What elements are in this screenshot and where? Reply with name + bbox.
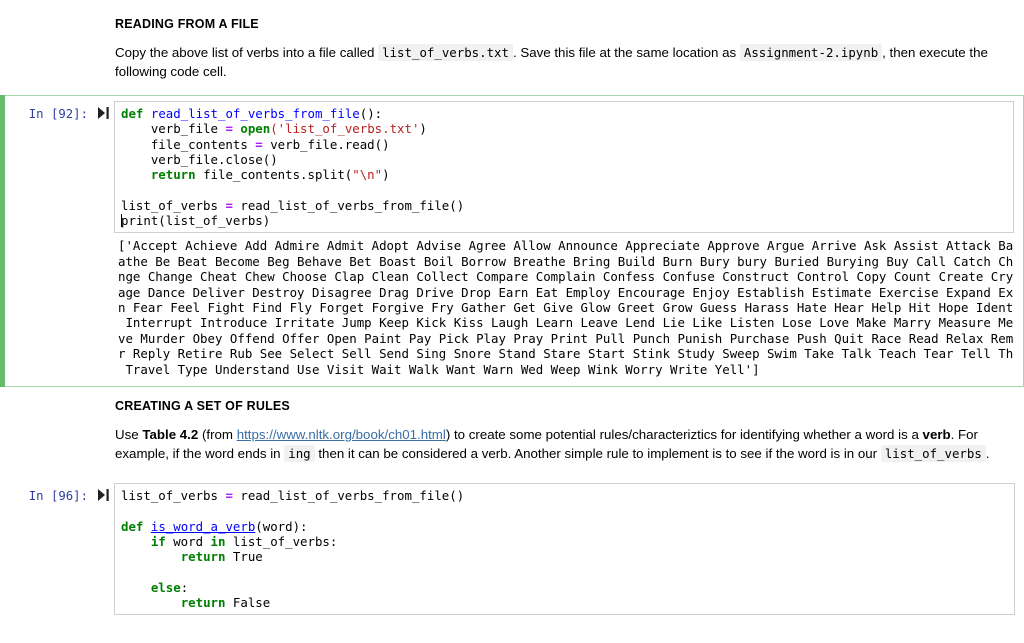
cell-body: def read_list_of_verbs_from_file(): verb… — [114, 101, 1014, 381]
bold-table-4-2: Table 4.2 — [142, 427, 198, 442]
cell-body-2: list_of_verbs = read_list_of_verbs_from_… — [114, 483, 1015, 615]
code-source-1[interactable]: def read_list_of_verbs_from_file(): verb… — [121, 106, 1009, 228]
run-cell-icon[interactable] — [92, 101, 114, 119]
paragraph-reading-from-a-file: Copy the above list of verbs into a file… — [115, 44, 1010, 81]
code-source-2[interactable]: list_of_verbs = read_list_of_verbs_from_… — [121, 488, 1010, 610]
top-spacer — [0, 0, 1024, 16]
run-cell-icon-2[interactable] — [92, 483, 114, 501]
code-input-area-2[interactable]: list_of_verbs = read_list_of_verbs_from_… — [114, 483, 1015, 615]
text-fragment: (from — [198, 427, 236, 442]
jupyter-notebook-page: READING FROM A FILE Copy the above list … — [0, 0, 1024, 643]
cell-prompt-in-96: In [96]: — [0, 483, 92, 503]
heading-gap-2 — [115, 414, 1010, 426]
section-gap-3 — [0, 463, 1024, 478]
text-fragment: then it can be considered a verb. Anothe… — [315, 446, 881, 461]
section-gap-1 — [0, 81, 1024, 95]
code-input-area[interactable]: def read_list_of_verbs_from_file(): verb… — [114, 101, 1014, 233]
heading-gap — [115, 32, 1010, 44]
bold-verb: verb — [923, 427, 951, 442]
cell-output-stdout: ['Accept Achieve Add Admire Admit Adopt … — [114, 233, 1014, 381]
text-fragment: Use — [115, 427, 142, 442]
paragraph-creating-a-set-of-rules: Use Table 4.2 (from https://www.nltk.org… — [115, 426, 1010, 463]
inline-code-assignment-2-ipynb: Assignment-2.ipynb — [740, 44, 882, 61]
heading-creating-a-set-of-rules: CREATING A SET OF RULES — [115, 398, 1010, 414]
cell-prompt-in-92: In [92]: — [0, 101, 92, 121]
section-gap-2 — [0, 387, 1024, 398]
markdown-cell-reading-from-a-file[interactable]: READING FROM A FILE Copy the above list … — [0, 16, 1024, 81]
inline-code-list-of-verbs-txt: list_of_verbs.txt — [378, 44, 513, 61]
code-cell-is-word-a-verb[interactable]: In [96]: list_of_verbs = read_list_of_ve… — [0, 478, 1024, 620]
inline-code-list-of-verbs: list_of_verbs — [881, 445, 986, 462]
markdown-cell-creating-a-set-of-rules[interactable]: CREATING A SET OF RULES Use Table 4.2 (f… — [0, 398, 1024, 463]
inline-code-ing: ing — [284, 445, 314, 462]
text-cursor — [121, 214, 122, 227]
code-cell-read-list-of-verbs[interactable]: In [92]: def read_list_of_verbs_from_fil… — [0, 95, 1024, 387]
text-fragment: ) to create some potential rules/charact… — [446, 427, 923, 442]
text-fragment: Copy the above list of verbs into a file… — [115, 45, 374, 60]
heading-reading-from-a-file: READING FROM A FILE — [115, 16, 1010, 32]
link-nltk-book-ch01[interactable]: https://www.nltk.org/book/ch01.html — [237, 427, 446, 442]
text-fragment: . Save this file at the same location as — [513, 45, 736, 60]
text-fragment: . — [986, 446, 990, 461]
